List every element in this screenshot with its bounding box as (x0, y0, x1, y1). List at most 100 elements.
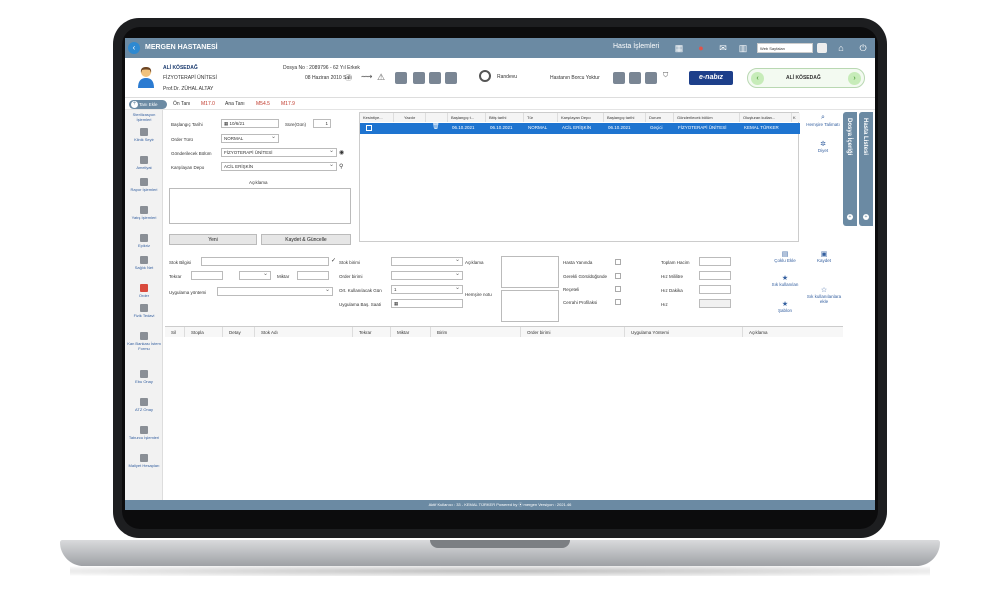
stock-grid-header[interactable]: Stok Adı (255, 327, 353, 337)
stock-grid-header[interactable]: Detay (223, 327, 255, 337)
checkmark-icon[interactable]: ✓ (331, 257, 336, 264)
multi-add-button[interactable]: ▤ Çoklu Ekle (765, 250, 805, 263)
sidebar-item-ebu[interactable]: Ebu Onay (125, 370, 163, 384)
apply-time-input[interactable]: ▦ (391, 299, 463, 308)
stock-grid-header[interactable]: Sil (165, 327, 185, 337)
building-icon[interactable] (613, 72, 625, 84)
sidebar-item-sterilization[interactable]: Sterilizasyon İşlemleri (125, 112, 163, 122)
trash-icon[interactable]: 🗑 (432, 123, 440, 130)
sidebar-item-admission[interactable]: Yatış İşlemleri (125, 206, 163, 220)
dept-select[interactable]: FİZYOTERAPİ ÜNİTESİ (221, 147, 337, 157)
target-icon[interactable]: ◉ (339, 149, 344, 156)
order-grid-header[interactable]: Başlangıç t... (448, 113, 486, 122)
nurse-note-textarea[interactable] (501, 290, 559, 322)
rate-ml-input[interactable] (699, 271, 731, 280)
calculator-icon[interactable]: ▦ (673, 42, 685, 54)
order-grid-header[interactable]: Başlangıç tarihi (604, 113, 646, 122)
workspace-button[interactable] (817, 43, 827, 53)
appointment-icon[interactable] (479, 70, 491, 82)
power-icon[interactable]: ⏻ (857, 42, 869, 54)
enabiz-logo[interactable]: e-nabız (689, 71, 733, 85)
chart-icon[interactable]: ▥ (737, 42, 749, 54)
stock-unit-select[interactable] (391, 256, 463, 266)
sidebar-item-cost[interactable]: Maliyet Hesapları (125, 454, 163, 468)
nurse-instruction-button[interactable]: ⌕ Hemşire Talimatı (801, 114, 845, 127)
tab-pin-icon[interactable]: + (863, 214, 869, 220)
tab-patient-list[interactable]: Hasta Listesi + (859, 112, 873, 226)
order-grid-header[interactable]: Karşılayan Depo (558, 113, 604, 122)
workspace-select[interactable]: Web Sayfaları (757, 43, 813, 53)
method-select[interactable] (217, 286, 333, 296)
user-alert-icon[interactable]: ● (695, 42, 707, 54)
pin-icon[interactable]: ⚲ (339, 163, 343, 170)
save-update-button[interactable]: Kaydet & Güncelle (261, 234, 351, 245)
duration-input[interactable]: 1 (313, 119, 331, 128)
sidebar-item-report[interactable]: Rapor İşlemleri (125, 178, 163, 192)
rate-min-input[interactable] (699, 285, 731, 294)
save-stock-button[interactable]: ▣ Kaydet (805, 250, 843, 263)
sidebar-item-discharge[interactable]: Taburcu İşlemleri (125, 426, 163, 440)
order-grid-header[interactable]: Oluşturan kullan... (740, 113, 792, 122)
sidebar-item-surgery[interactable]: Ameliyat (125, 156, 163, 170)
tab-file-content[interactable]: Dosya İçeriği + (843, 112, 857, 226)
surgical-prophylaxis-checkbox[interactable] (615, 299, 621, 305)
repeat-input[interactable] (191, 271, 223, 280)
ana-tani-code-2[interactable]: M17.9 (281, 101, 295, 107)
order-grid-header[interactable]: Gönderilecek bölüm (674, 113, 740, 122)
stock-search-input[interactable] (201, 257, 329, 266)
stock-grid-header[interactable]: Order birimi (521, 327, 625, 337)
info-icon[interactable]: ⓘ (345, 73, 352, 83)
order-grid-header[interactable]: Kesintiye... (360, 113, 394, 122)
on-tani-code[interactable]: M17.0 (201, 101, 215, 107)
interrupt-checkbox[interactable] (366, 125, 372, 131)
prescribed-checkbox[interactable] (615, 286, 621, 292)
edit-icon[interactable] (445, 72, 457, 84)
order-grid-header[interactable] (426, 113, 448, 122)
stock-desc-textarea[interactable] (501, 256, 559, 288)
start-date-input[interactable]: ▦ 10/6/21 (221, 119, 279, 128)
shield-icon[interactable]: ⛉ (663, 72, 675, 84)
menu-title[interactable]: Hasta İşlemleri (613, 43, 659, 50)
stock-grid-header[interactable]: Miktar (391, 327, 431, 337)
back-icon[interactable]: ‹ (128, 42, 140, 54)
sidebar-item-blood-bank[interactable]: Kan Bankası İstem Formu (125, 332, 163, 351)
template-button[interactable]: ★ Şablon (765, 300, 805, 313)
order-grid-header[interactable]: Tür (524, 113, 558, 122)
mail-icon[interactable]: ✉ (717, 42, 729, 54)
rate-input[interactable] (699, 299, 731, 308)
warning-icon[interactable]: ⚠ (377, 72, 389, 84)
order-grid-header[interactable]: Yazdır (394, 113, 426, 122)
form-icon[interactable] (413, 72, 425, 84)
sidebar-item-atz[interactable]: ATZ Onay (125, 398, 163, 412)
add-frequent-button[interactable]: ☆ Sık kullanılanlara ekle (805, 286, 843, 304)
order-unit-select[interactable] (391, 270, 463, 280)
total-volume-input[interactable] (699, 257, 731, 266)
order-grid-header[interactable]: Durum (646, 113, 674, 122)
order-grid-header[interactable]: K (792, 113, 800, 122)
frequent-used-button[interactable]: ★ Sık kullanılan (765, 274, 805, 287)
with-patient-checkbox[interactable] (615, 259, 621, 265)
stock-grid-header[interactable]: Tekrar (353, 327, 391, 337)
checklist-icon[interactable] (429, 72, 441, 84)
usage-days-select[interactable]: 1 (391, 284, 463, 294)
amount-input[interactable] (297, 271, 329, 280)
ana-tani-code-1[interactable]: M54.5 (256, 101, 270, 107)
documents-icon[interactable] (395, 72, 407, 84)
document-icon[interactable] (645, 72, 657, 84)
diet-button[interactable]: ✲ Diyet (801, 140, 845, 153)
appointment-label[interactable]: Randevu (497, 74, 517, 80)
table-row[interactable]: 🗑 06.10.2021 06.10.2021 NORMAL ACİL ERİŞ… (360, 123, 800, 134)
depot-select[interactable]: ACİL ERİŞKİN (221, 161, 337, 171)
sidebar-item-physiotherapy[interactable]: Fizik Tedavi (125, 304, 163, 318)
home-icon[interactable]: ⌂ (835, 42, 847, 54)
new-button[interactable]: Yeni (169, 234, 257, 245)
sidebar-item-order[interactable]: Order (125, 284, 163, 298)
add-diagnosis-button[interactable]: Tanı Ekle (129, 100, 167, 109)
syringe-icon[interactable]: ⟿ (361, 72, 373, 84)
when-needed-checkbox[interactable] (615, 273, 621, 279)
repeat-unit-select[interactable] (239, 270, 271, 280)
tab-pin-icon[interactable]: + (847, 214, 853, 220)
order-grid-header[interactable]: Bitiş tarihi (486, 113, 524, 122)
description-textarea[interactable] (169, 188, 351, 224)
stock-grid-header[interactable]: Stopla (185, 327, 223, 337)
